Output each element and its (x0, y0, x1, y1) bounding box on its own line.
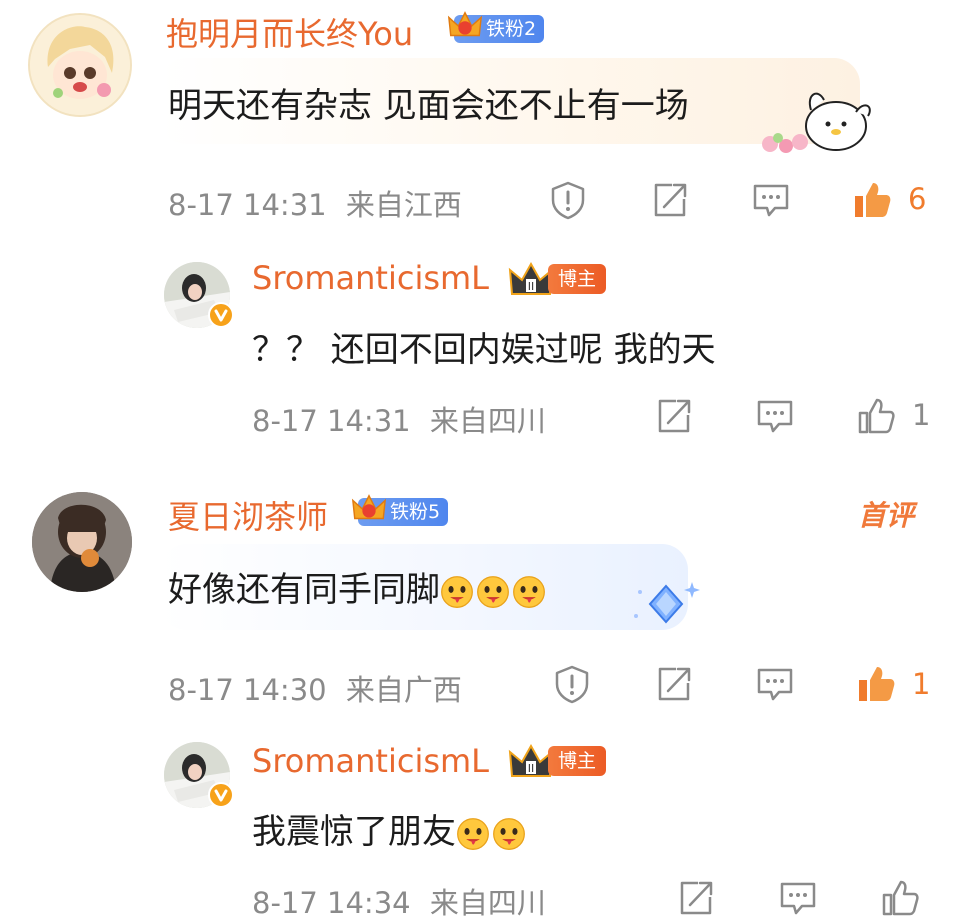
report-icon[interactable] (548, 180, 588, 220)
verified-icon (208, 302, 234, 328)
location-text: 来自四川 (429, 404, 546, 438)
crown-icon (350, 490, 388, 528)
fan-badge-label: 铁粉2 (486, 18, 537, 40)
like-count: 6 (908, 182, 927, 216)
reply-text: ？？ 还回不回内娱过呢 我的天 (252, 330, 716, 370)
reply-text: 我震惊了朋友 (252, 804, 528, 853)
username[interactable]: 抱明月而长终You (166, 9, 413, 55)
like-icon[interactable] (856, 664, 896, 704)
like-icon[interactable] (880, 878, 920, 918)
like-count: 1 (912, 667, 931, 701)
verified-icon (208, 782, 234, 808)
comment-icon[interactable] (755, 664, 795, 704)
time-text: 8-17 14:34 (252, 886, 411, 920)
username[interactable]: SromanticismL (252, 259, 489, 297)
like-count: 1 (912, 398, 931, 432)
comment-text: 明天还有杂志 见面会还不止有一场 (168, 86, 689, 126)
first-comment-tag: 首评 (858, 499, 915, 532)
tongue-emoji-icon (476, 575, 510, 609)
fan-badge[interactable]: 铁粉2 (454, 15, 545, 43)
comment-icon[interactable] (778, 878, 818, 918)
avatar[interactable] (32, 492, 132, 592)
location-text: 来自广西 (345, 673, 462, 707)
location-text: 来自四川 (429, 886, 546, 920)
host-badge[interactable]: 博主 (548, 746, 607, 776)
time-text: 8-17 14:31 (168, 188, 327, 222)
share-icon[interactable] (654, 664, 694, 704)
location-text: 来自江西 (345, 188, 462, 222)
username[interactable]: SromanticismL (252, 742, 489, 780)
fan-badge-label: 铁粉5 (390, 501, 441, 523)
tongue-emoji-icon (456, 817, 490, 851)
comment-icon[interactable] (755, 396, 795, 436)
username[interactable]: 夏日沏茶师 (168, 492, 328, 538)
share-icon[interactable] (676, 878, 716, 918)
tongue-emoji-icon (440, 575, 474, 609)
time-text: 8-17 14:30 (168, 673, 327, 707)
reply-time: 8-17 14:31 来自四川 (252, 398, 546, 440)
share-icon[interactable] (654, 396, 694, 436)
sticker-decoration (762, 92, 871, 153)
diamond-decoration (634, 582, 700, 624)
crown-icon (446, 7, 484, 45)
tongue-emoji-icon (492, 817, 526, 851)
like-icon[interactable] (856, 396, 896, 436)
comment-time: 8-17 14:31 来自江西 (168, 182, 462, 224)
reply-time: 8-17 14:34 来自四川 (252, 880, 546, 922)
like-icon[interactable] (852, 180, 892, 220)
share-icon[interactable] (650, 180, 690, 220)
avatar[interactable] (28, 13, 132, 117)
comment-icon[interactable] (751, 180, 791, 220)
reply-text-body: 我震惊了朋友 (252, 812, 456, 852)
tongue-emoji-icon (512, 575, 546, 609)
fan-badge[interactable]: 铁粉5 (358, 498, 449, 526)
time-text: 8-17 14:31 (252, 404, 411, 438)
report-icon[interactable] (552, 664, 592, 704)
host-badge[interactable]: 博主 (548, 264, 607, 294)
comment-text-body: 好像还有同手同脚 (168, 570, 440, 610)
comment-text: 好像还有同手同脚 (168, 562, 548, 611)
comment-time: 8-17 14:30 来自广西 (168, 667, 462, 709)
